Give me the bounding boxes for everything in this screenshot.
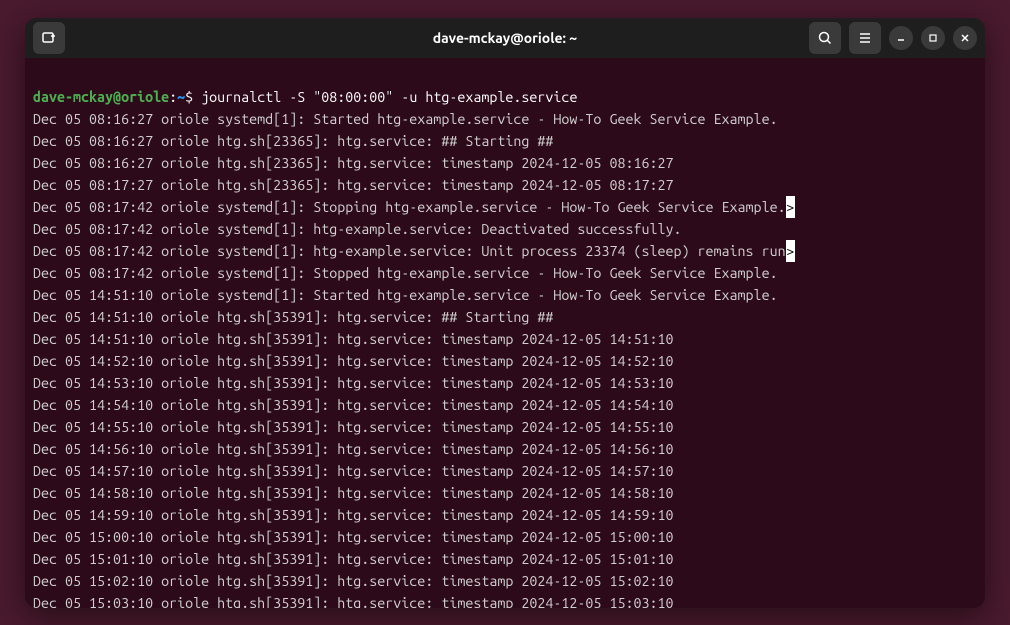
command-text: journalctl -S "08:00:00" -u htg-example.… bbox=[201, 89, 577, 105]
terminal-body[interactable]: dave-mckay@oriole:~$ journalctl -S "08:0… bbox=[25, 58, 985, 608]
log-line: Dec 05 14:57:10 oriole htg.sh[35391]: ht… bbox=[33, 460, 977, 482]
close-button[interactable] bbox=[953, 26, 977, 50]
terminal-window: dave-mckay@oriole: ~ bbox=[25, 18, 985, 608]
log-line: Dec 05 15:00:10 oriole htg.sh[35391]: ht… bbox=[33, 526, 977, 548]
menu-button[interactable] bbox=[849, 22, 881, 54]
new-tab-icon bbox=[41, 30, 57, 46]
maximize-button[interactable] bbox=[921, 26, 945, 50]
log-line: Dec 05 08:17:27 oriole htg.sh[23365]: ht… bbox=[33, 174, 977, 196]
prompt-colon: : bbox=[169, 89, 177, 105]
log-line: Dec 05 08:17:42 oriole systemd[1]: htg-e… bbox=[33, 218, 977, 240]
log-line: Dec 05 14:51:10 oriole systemd[1]: Start… bbox=[33, 284, 977, 306]
truncate-marker: > bbox=[786, 196, 795, 218]
minimize-icon bbox=[896, 33, 906, 43]
log-line: Dec 05 14:54:10 oriole htg.sh[35391]: ht… bbox=[33, 394, 977, 416]
minimize-button[interactable] bbox=[889, 26, 913, 50]
prompt-path: ~ bbox=[177, 89, 185, 105]
titlebar-left bbox=[33, 22, 65, 54]
log-line: Dec 05 08:16:27 oriole systemd[1]: Start… bbox=[33, 108, 977, 130]
log-line: Dec 05 08:17:42 oriole systemd[1]: Stopp… bbox=[33, 196, 977, 218]
log-line: Dec 05 14:58:10 oriole htg.sh[35391]: ht… bbox=[33, 482, 977, 504]
search-button[interactable] bbox=[809, 22, 841, 54]
log-line: Dec 05 15:02:10 oriole htg.sh[35391]: ht… bbox=[33, 570, 977, 592]
log-line: Dec 05 08:16:27 oriole htg.sh[23365]: ht… bbox=[33, 152, 977, 174]
log-line: Dec 05 14:51:10 oriole htg.sh[35391]: ht… bbox=[33, 328, 977, 350]
log-line: Dec 05 08:17:42 oriole systemd[1]: htg-e… bbox=[33, 240, 977, 262]
window-title: dave-mckay@oriole: ~ bbox=[433, 30, 577, 46]
log-line: Dec 05 14:59:10 oriole htg.sh[35391]: ht… bbox=[33, 504, 977, 526]
log-line: Dec 05 08:16:27 oriole htg.sh[23365]: ht… bbox=[33, 130, 977, 152]
log-output: Dec 05 08:16:27 oriole systemd[1]: Start… bbox=[33, 108, 977, 608]
maximize-icon bbox=[928, 33, 938, 43]
log-line: Dec 05 14:56:10 oriole htg.sh[35391]: ht… bbox=[33, 438, 977, 460]
hamburger-icon bbox=[857, 30, 873, 46]
close-icon bbox=[960, 33, 970, 43]
log-line: Dec 05 15:03:10 oriole htg.sh[35391]: ht… bbox=[33, 592, 977, 608]
log-line: Dec 05 14:53:10 oriole htg.sh[35391]: ht… bbox=[33, 372, 977, 394]
prompt-dollar: $ bbox=[185, 89, 201, 105]
log-line: Dec 05 14:52:10 oriole htg.sh[35391]: ht… bbox=[33, 350, 977, 372]
prompt-user-host: dave-mckay@oriole bbox=[33, 89, 169, 105]
log-line: Dec 05 14:55:10 oriole htg.sh[35391]: ht… bbox=[33, 416, 977, 438]
log-line: Dec 05 08:17:42 oriole systemd[1]: Stopp… bbox=[33, 262, 977, 284]
prompt-line: dave-mckay@oriole:~$ journalctl -S "08:0… bbox=[33, 86, 977, 108]
search-icon bbox=[817, 30, 833, 46]
new-tab-button[interactable] bbox=[33, 22, 65, 54]
titlebar-right bbox=[809, 22, 977, 54]
log-line: Dec 05 15:01:10 oriole htg.sh[35391]: ht… bbox=[33, 548, 977, 570]
titlebar: dave-mckay@oriole: ~ bbox=[25, 18, 985, 58]
log-line: Dec 05 14:51:10 oriole htg.sh[35391]: ht… bbox=[33, 306, 977, 328]
truncate-marker: > bbox=[786, 240, 795, 262]
